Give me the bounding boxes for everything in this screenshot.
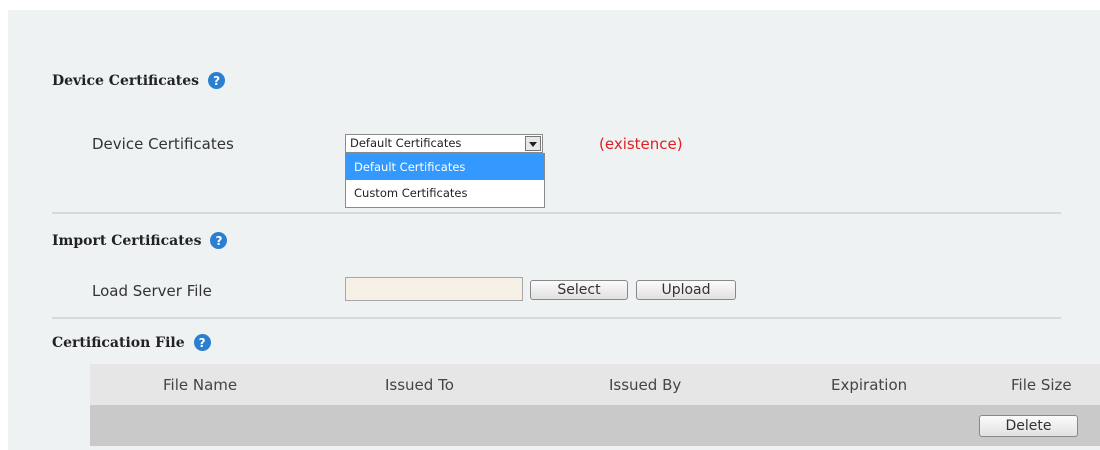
certificate-status: (existence) xyxy=(599,135,683,153)
device-certificates-section-title: Device Certificates ? xyxy=(52,72,226,89)
device-certificates-label: Device Certificates xyxy=(92,135,234,153)
server-file-input[interactable] xyxy=(345,277,523,301)
select-current-value: Default Certificates xyxy=(350,136,462,150)
option-default-certificates[interactable]: Default Certificates xyxy=(346,154,544,180)
select-button[interactable]: Select xyxy=(530,280,628,300)
certification-file-section-title: Certification File ? xyxy=(52,334,211,351)
device-certificates-dropdown: Default Certificates Custom Certificates xyxy=(345,153,545,208)
import-certificates-heading: Import Certificates xyxy=(52,232,202,249)
import-certificates-section-title: Import Certificates ? xyxy=(52,232,228,249)
column-header-issued-to: Issued To xyxy=(385,376,454,394)
column-header-file-size: File Size xyxy=(1011,376,1072,394)
upload-button[interactable]: Upload xyxy=(636,280,736,300)
help-icon[interactable]: ? xyxy=(208,72,226,89)
help-icon[interactable]: ? xyxy=(193,334,211,351)
column-header-expiration: Expiration xyxy=(831,376,908,394)
device-certificates-select[interactable]: Default Certificates xyxy=(345,134,543,153)
option-custom-certificates[interactable]: Custom Certificates xyxy=(346,180,544,206)
table-row: Delete xyxy=(90,405,1100,446)
chevron-down-icon[interactable] xyxy=(525,136,541,151)
certification-file-heading: Certification File xyxy=(52,334,185,351)
section-divider xyxy=(52,317,1061,319)
device-certificates-heading: Device Certificates xyxy=(52,72,200,89)
help-icon[interactable]: ? xyxy=(210,232,228,249)
load-server-file-label: Load Server File xyxy=(92,282,212,300)
certificate-table-header: File Name Issued To Issued By Expiration… xyxy=(90,364,1100,405)
column-header-file-name: File Name xyxy=(163,376,238,394)
delete-button[interactable]: Delete xyxy=(979,415,1078,437)
section-divider xyxy=(52,212,1061,214)
column-header-issued-by: Issued By xyxy=(609,376,682,394)
